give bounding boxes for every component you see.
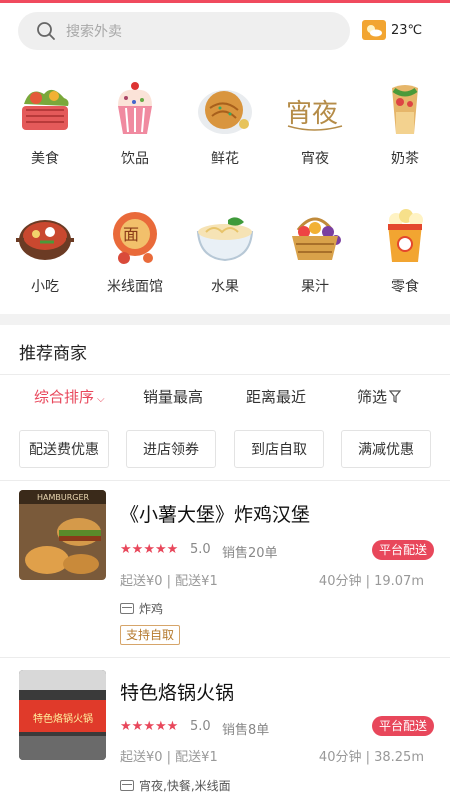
star-icon: ★ — [154, 542, 167, 557]
chip-store-coupon[interactable]: 进店领券 — [126, 430, 216, 468]
category-guozhi[interactable]: 果汁 — [270, 200, 360, 310]
svg-text:宵夜: 宵夜 — [286, 99, 338, 129]
partly-cloudy-icon — [362, 20, 386, 40]
shop-image-label: HAMBURGER — [37, 493, 90, 502]
chip-full-reduction[interactable]: 满减优惠 — [341, 430, 431, 468]
wrap-icon — [392, 85, 418, 134]
cupcake-icon — [118, 82, 152, 134]
search-row: 搜索外卖 23℃ — [0, 12, 450, 50]
star-icon: ★ — [120, 542, 132, 557]
fruit-basket-icon — [292, 217, 341, 260]
star-icon: ★ — [143, 542, 155, 557]
category-lingshi[interactable]: 零食 — [360, 200, 450, 310]
delivery-distance: 40分钟 | 19.07m — [318, 574, 424, 589]
store-icon — [120, 780, 134, 791]
divider-line — [0, 657, 450, 658]
divider-line — [0, 480, 450, 481]
filter-icon — [388, 390, 402, 403]
svg-text:面: 面 — [123, 225, 139, 244]
star-icon: ★ — [131, 542, 144, 557]
pancake-icon — [198, 90, 252, 134]
tab-label: 销量最高 — [143, 388, 204, 406]
category-label: 米线面馆 — [107, 279, 163, 295]
tab-comprehensive-sort[interactable]: 综合排序 ⌵ — [34, 386, 105, 407]
store-icon — [120, 603, 134, 614]
shop-tag-text: 宵夜,快餐,米线面 — [139, 779, 231, 793]
shop-card[interactable]: 特色烙锅火锅 特色烙锅火锅 ★ ★ ★ ★ ★ 5.0 销售8单 平台配送 起送¥0 |… — [0, 670, 450, 800]
chip-delivery-discount[interactable]: 配送费优惠 — [19, 430, 109, 468]
ramen-icon — [196, 217, 254, 262]
top-accent-line — [0, 0, 450, 3]
section-divider — [0, 314, 450, 325]
star-icon: ★ — [166, 542, 179, 557]
tab-nearest[interactable]: 距离最近 — [246, 386, 306, 407]
category-naicha[interactable]: 奶茶 — [360, 72, 450, 182]
tab-label: 综合排序 — [34, 388, 95, 406]
sort-tabs: 综合排序 ⌵ 销量最高 距离最近 筛选 — [0, 380, 450, 414]
tab-label: 筛选 — [357, 388, 388, 406]
star-icon: ★ — [120, 719, 132, 734]
category-label: 鲜花 — [211, 151, 239, 167]
recommend-title: 推荐商家 — [19, 344, 87, 364]
rating-value: 5.0 — [190, 719, 211, 734]
star-icon: ★ — [166, 719, 179, 734]
search-input[interactable]: 搜索外卖 — [18, 12, 350, 50]
category-xiaochi[interactable]: 小吃 — [0, 200, 90, 310]
search-placeholder: 搜索外卖 — [66, 24, 122, 40]
category-meishi[interactable]: 美食 — [0, 72, 90, 182]
rating-stars: ★ ★ ★ ★ ★ — [120, 543, 178, 557]
star-icon: ★ — [154, 719, 167, 734]
sales-count: 销售8单 — [222, 723, 270, 738]
shop-card[interactable]: HAMBURGER 《小薯大堡》炸鸡汉堡 ★ ★ ★ ★ ★ 5.0 销售20单 平台配… — [0, 490, 450, 658]
hotpot-icon — [16, 220, 74, 260]
shop-tag-text: 炸鸡 — [139, 602, 164, 616]
category-yinpin[interactable]: 饮品 — [90, 72, 180, 182]
popcorn-icon — [388, 209, 423, 262]
pickup-badge: 支持自取 — [120, 625, 181, 645]
category-xiaoye[interactable]: 宵夜 宵夜 — [270, 72, 360, 182]
divider-line — [0, 374, 450, 375]
shop-tags: 宵夜,快餐,米线面 — [120, 777, 231, 794]
shop-image: HAMBURGER — [19, 490, 106, 580]
shop-image: 特色烙锅火锅 — [19, 670, 106, 760]
category-label: 奶茶 — [391, 151, 419, 167]
category-grid: 美食 饮品 鲜花 宵夜 宵夜 奶茶 小吃 面 米线面馆 水果 果汁 零食 — [0, 72, 450, 308]
tab-label: 距离最近 — [246, 388, 307, 406]
category-label: 零食 — [391, 279, 419, 295]
tab-filter[interactable]: 筛选 — [357, 386, 402, 407]
category-label: 宵夜 — [301, 151, 329, 167]
shop-name: 特色烙锅火锅 — [120, 682, 235, 704]
delivery-badge: 平台配送 — [372, 540, 435, 560]
star-icon: ★ — [131, 719, 144, 734]
category-label: 饮品 — [121, 151, 149, 167]
category-mixian[interactable]: 面 米线面馆 — [90, 200, 180, 310]
shop-tags: 炸鸡 — [120, 600, 163, 617]
shop-image-label: 特色烙锅火锅 — [33, 712, 93, 725]
noodle-bowl-icon: 面 — [113, 212, 157, 264]
rating-stars: ★ ★ ★ ★ ★ — [120, 720, 178, 734]
delivery-fee: 起送¥0 | 配送¥1 — [120, 750, 218, 765]
chevron-down-icon: ⌵ — [97, 394, 105, 405]
chip-self-pickup[interactable]: 到店自取 — [234, 430, 324, 468]
night-snack-icon: 宵夜 — [286, 99, 343, 131]
delivery-fee: 起送¥0 | 配送¥1 — [120, 574, 218, 589]
weather-widget[interactable]: 23℃ — [362, 20, 422, 40]
delivery-badge: 平台配送 — [372, 716, 435, 736]
shop-name: 《小薯大堡》炸鸡汉堡 — [120, 504, 311, 526]
rating-value: 5.0 — [190, 542, 211, 557]
category-label: 美食 — [31, 151, 59, 167]
food-basket-icon — [22, 89, 69, 130]
sales-count: 销售20单 — [222, 546, 278, 561]
tab-top-sales[interactable]: 销量最高 — [143, 386, 203, 407]
filter-chips: 配送费优惠 进店领券 到店自取 满减优惠 — [0, 430, 450, 468]
category-xianhua[interactable]: 鲜花 — [180, 72, 270, 182]
star-icon: ★ — [143, 719, 155, 734]
delivery-distance: 40分钟 | 38.25m — [318, 750, 424, 765]
category-label: 水果 — [211, 279, 239, 295]
search-icon — [37, 22, 55, 40]
weather-temperature: 23℃ — [391, 22, 423, 38]
category-shuiguo[interactable]: 水果 — [180, 200, 270, 310]
category-label: 小吃 — [31, 279, 59, 295]
category-label: 果汁 — [301, 279, 329, 295]
